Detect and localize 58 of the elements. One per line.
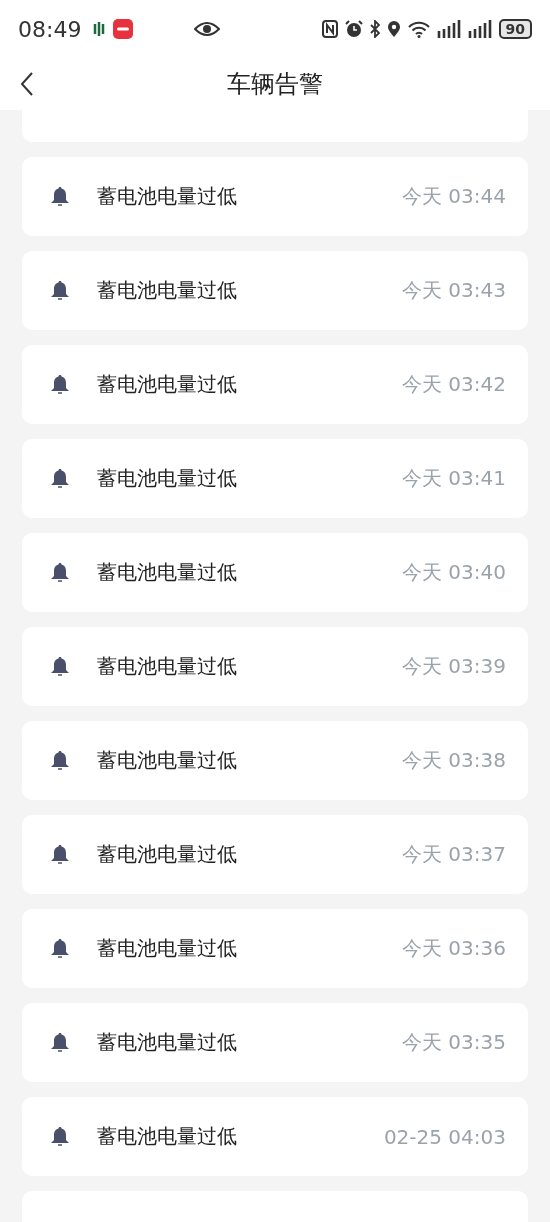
bell-icon (50, 373, 70, 396)
alert-time: 今天 03:44 (402, 183, 506, 210)
app-logo-icon (92, 21, 107, 37)
alert-time: 今天 03:37 (402, 841, 506, 868)
alert-card[interactable]: 蓄电池电量过低 今天 03:36 (22, 909, 528, 988)
alert-message: 蓄电池电量过低 (97, 747, 238, 774)
bell-icon (50, 937, 70, 960)
wifi-icon (407, 20, 430, 38)
alert-time: 今天 03:39 (402, 653, 506, 680)
alert-card[interactable]: 蓄电池电量过低 今天 03:42 (22, 345, 528, 424)
page-title: 车辆告警 (227, 69, 323, 100)
alert-card[interactable]: 蓄电池电量过低 今天 03:40 (22, 533, 528, 612)
alert-card[interactable]: 蓄电池电量过低 今天 03:43 (22, 251, 528, 330)
nfc-icon (321, 20, 338, 38)
alert-card[interactable]: 蓄电池电量过低 今天 03:44 (22, 157, 528, 236)
alert-message: 蓄电池电量过低 (97, 1123, 238, 1150)
bell-icon (50, 467, 70, 490)
alert-time: 02-25 04:03 (383, 1124, 506, 1149)
alert-time: 今天 03:36 (402, 935, 506, 962)
alert-message: 蓄电池电量过低 (97, 559, 238, 586)
alert-card[interactable]: 蓄电池电量过低 02-25 04:03 (22, 1097, 528, 1176)
bluetooth-icon (369, 20, 380, 38)
alert-card[interactable]: 蓄电池电量过低 今天 03:38 (22, 721, 528, 800)
back-icon[interactable] (20, 72, 34, 96)
alert-card[interactable]: 蓄电池电量过低 今天 03:41 (22, 439, 528, 518)
eye-icon (194, 21, 221, 37)
battery-level: 90 (498, 19, 532, 39)
app-logo-icon (113, 19, 134, 39)
bell-icon (50, 843, 70, 866)
bell-icon (50, 185, 70, 208)
signal-icon (467, 20, 492, 38)
alert-message: 蓄电池电量过低 (97, 653, 238, 680)
bell-icon (50, 655, 70, 678)
alert-time: 今天 03:40 (402, 559, 506, 586)
alert-time: 今天 03:42 (402, 371, 506, 398)
alert-time: 今天 03:41 (402, 465, 506, 492)
alert-message: 蓄电池电量过低 (97, 841, 238, 868)
alert-message: 蓄电池电量过低 (97, 277, 238, 304)
signal-icon (436, 20, 461, 38)
alert-time: 今天 03:35 (402, 1029, 506, 1056)
alert-message: 蓄电池电量过低 (97, 465, 238, 492)
location-icon (386, 20, 401, 38)
bell-icon (50, 561, 70, 584)
bell-icon (50, 279, 70, 302)
alert-message: 蓄电池电量过低 (97, 935, 238, 962)
bell-icon (50, 749, 70, 772)
status-time: 08:49 (18, 16, 82, 42)
alert-card[interactable]: 蓄电池电量过低 今天 03:39 (22, 627, 528, 706)
alert-message: 蓄电池电量过低 (97, 1029, 238, 1056)
alert-card[interactable]: 蓄电池电量过低 今天 03:37 (22, 815, 528, 894)
alert-message: 蓄电池电量过低 (97, 183, 238, 210)
bell-icon (50, 1125, 70, 1148)
alert-time: 今天 03:43 (402, 277, 506, 304)
alarm-icon (344, 20, 363, 38)
alert-card[interactable]: 蓄电池电量过低 今天 03:35 (22, 1003, 528, 1082)
alert-time: 今天 03:38 (402, 747, 506, 774)
alert-message: 蓄电池电量过低 (97, 371, 238, 398)
bell-icon (50, 1031, 70, 1054)
